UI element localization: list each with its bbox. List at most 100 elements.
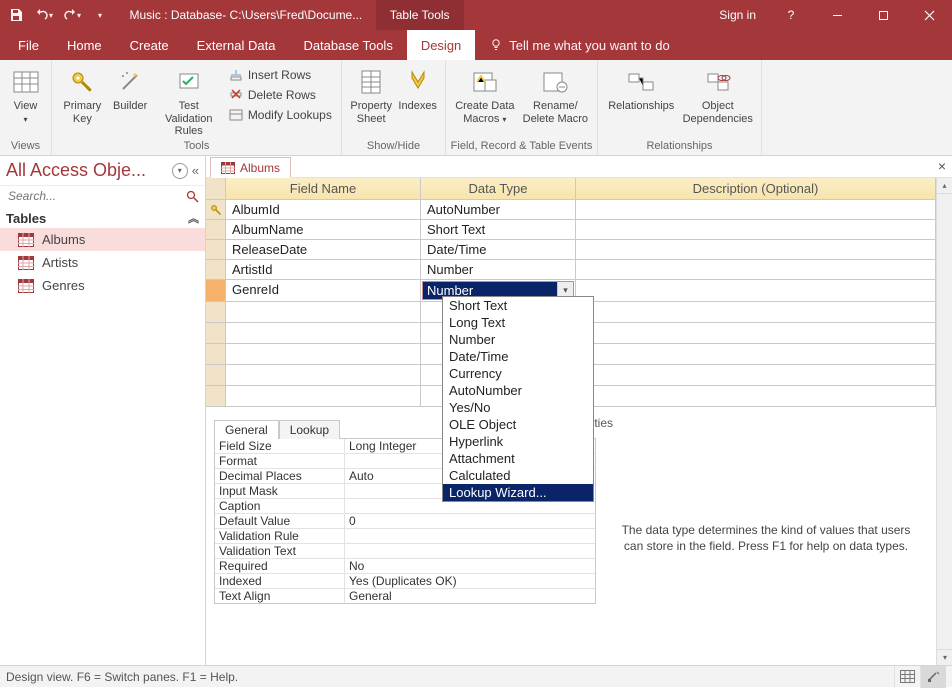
description-cell[interactable] <box>576 220 936 239</box>
help-button[interactable]: ? <box>768 0 814 30</box>
row-selector[interactable] <box>206 220 226 239</box>
property-value[interactable]: Yes (Duplicates OK) <box>345 574 595 588</box>
nav-menu-button[interactable]: ▾ <box>172 163 188 179</box>
vertical-scrollbar[interactable]: ▴ ▾ <box>936 178 952 665</box>
prop-tab-general[interactable]: General <box>214 420 279 439</box>
help-text: The data type determines the kind of val… <box>620 523 912 554</box>
property-row[interactable]: RequiredNo <box>215 559 595 574</box>
property-sheet-button[interactable]: Property Sheet <box>348 64 394 125</box>
dropdown-item[interactable]: Currency <box>443 365 593 382</box>
property-row[interactable]: IndexedYes (Duplicates OK) <box>215 574 595 589</box>
design-row[interactable]: AlbumId AutoNumber <box>206 200 936 220</box>
view-design-button[interactable] <box>920 666 946 688</box>
primary-key-button[interactable]: Primary Key <box>58 64 107 125</box>
view-button[interactable]: View▾ <box>6 64 45 125</box>
indexes-button[interactable]: Indexes <box>396 64 439 113</box>
nav-collapse-button[interactable]: « <box>188 163 199 178</box>
description-cell[interactable] <box>576 240 936 259</box>
property-row[interactable]: Default Value0 <box>215 514 595 529</box>
dropdown-item[interactable]: Yes/No <box>443 399 593 416</box>
select-all-cell[interactable] <box>206 178 226 199</box>
field-name-cell[interactable]: GenreId <box>226 280 421 301</box>
field-name-cell[interactable]: ReleaseDate <box>226 240 421 259</box>
test-validation-button[interactable]: Test Validation Rules <box>154 64 224 138</box>
rename-delete-macro-button[interactable]: Rename/ Delete Macro <box>520 64 591 125</box>
save-icon[interactable] <box>4 3 28 27</box>
minimize-button[interactable] <box>814 0 860 30</box>
col-header-description[interactable]: Description (Optional) <box>576 178 936 199</box>
property-value[interactable]: No <box>345 559 595 573</box>
dropdown-item[interactable]: AutoNumber <box>443 382 593 399</box>
field-name-cell[interactable]: AlbumId <box>226 200 421 219</box>
tab-file[interactable]: File <box>4 30 53 60</box>
tab-external-data[interactable]: External Data <box>183 30 290 60</box>
property-value[interactable]: General <box>345 589 595 603</box>
prop-tab-lookup[interactable]: Lookup <box>279 420 340 439</box>
dropdown-item[interactable]: Short Text <box>443 297 593 314</box>
dropdown-item[interactable]: Lookup Wizard... <box>443 484 593 501</box>
search-icon[interactable] <box>186 190 199 203</box>
doc-tab-albums[interactable]: Albums <box>210 157 291 178</box>
tab-home[interactable]: Home <box>53 30 116 60</box>
relationships-button[interactable]: Relationships <box>604 64 679 113</box>
create-data-macros-button[interactable]: Create Data Macros ▾ <box>452 64 518 125</box>
col-header-data-type[interactable]: Data Type <box>421 178 576 199</box>
qat-customize-button[interactable]: ▾ <box>88 3 112 27</box>
description-cell[interactable] <box>576 200 936 219</box>
insert-rows-button[interactable]: Insert Rows <box>226 66 335 84</box>
dropdown-item[interactable]: Long Text <box>443 314 593 331</box>
design-row[interactable]: AlbumName Short Text <box>206 220 936 240</box>
tab-design[interactable]: Design <box>407 30 475 60</box>
property-value[interactable] <box>345 544 595 558</box>
dropdown-item[interactable]: Number <box>443 331 593 348</box>
delete-rows-button[interactable]: Delete Rows <box>226 86 335 104</box>
ribbon: View▾ Views Primary Key Builder <box>0 60 952 156</box>
doc-close-button[interactable]: × <box>938 158 946 174</box>
data-type-cell[interactable]: Date/Time <box>421 240 576 259</box>
nav-item-albums[interactable]: Albums <box>0 228 205 251</box>
data-type-dropdown[interactable]: Short TextLong TextNumberDate/TimeCurren… <box>442 296 594 502</box>
field-name-cell[interactable]: AlbumName <box>226 220 421 239</box>
description-cell[interactable] <box>576 260 936 279</box>
builder-button[interactable]: Builder <box>109 64 152 113</box>
view-datasheet-button[interactable] <box>894 666 920 688</box>
property-value[interactable] <box>345 529 595 543</box>
nav-title[interactable]: All Access Obje... <box>6 160 172 181</box>
tell-me-search[interactable]: Tell me what you want to do <box>475 30 669 60</box>
nav-group-tables[interactable]: Tables ︽ <box>0 208 205 228</box>
property-sheet-icon <box>355 66 387 98</box>
dropdown-item[interactable]: OLE Object <box>443 416 593 433</box>
nav-item-artists[interactable]: Artists <box>0 251 205 274</box>
col-header-field-name[interactable]: Field Name <box>226 178 421 199</box>
design-row[interactable]: ReleaseDate Date/Time <box>206 240 936 260</box>
dropdown-item[interactable]: Attachment <box>443 450 593 467</box>
property-row[interactable]: Text AlignGeneral <box>215 589 595 603</box>
row-selector[interactable] <box>206 240 226 259</box>
dropdown-item[interactable]: Calculated <box>443 467 593 484</box>
redo-button[interactable]: ▾ <box>60 3 84 27</box>
nav-item-genres[interactable]: Genres <box>0 274 205 297</box>
tab-database-tools[interactable]: Database Tools <box>289 30 406 60</box>
modify-lookups-button[interactable]: Modify Lookups <box>226 106 335 124</box>
dropdown-item[interactable]: Hyperlink <box>443 433 593 450</box>
row-selector-active[interactable] <box>206 280 226 301</box>
design-row[interactable]: ArtistId Number <box>206 260 936 280</box>
description-cell[interactable] <box>576 280 936 301</box>
sign-in-link[interactable]: Sign in <box>707 0 768 30</box>
dropdown-item[interactable]: Date/Time <box>443 348 593 365</box>
nav-search-input[interactable] <box>6 188 186 204</box>
row-selector[interactable] <box>206 260 226 279</box>
maximize-button[interactable] <box>860 0 906 30</box>
property-value[interactable]: 0 <box>345 514 595 528</box>
property-row[interactable]: Validation Text <box>215 544 595 559</box>
close-button[interactable] <box>906 0 952 30</box>
object-dependencies-button[interactable]: Object Dependencies <box>681 64 756 125</box>
field-name-cell[interactable]: ArtistId <box>226 260 421 279</box>
data-type-cell[interactable]: AutoNumber <box>421 200 576 219</box>
property-row[interactable]: Validation Rule <box>215 529 595 544</box>
undo-button[interactable]: ▾ <box>32 3 56 27</box>
data-type-cell[interactable]: Short Text <box>421 220 576 239</box>
data-type-cell[interactable]: Number <box>421 260 576 279</box>
tab-create[interactable]: Create <box>116 30 183 60</box>
row-selector[interactable] <box>206 200 226 219</box>
